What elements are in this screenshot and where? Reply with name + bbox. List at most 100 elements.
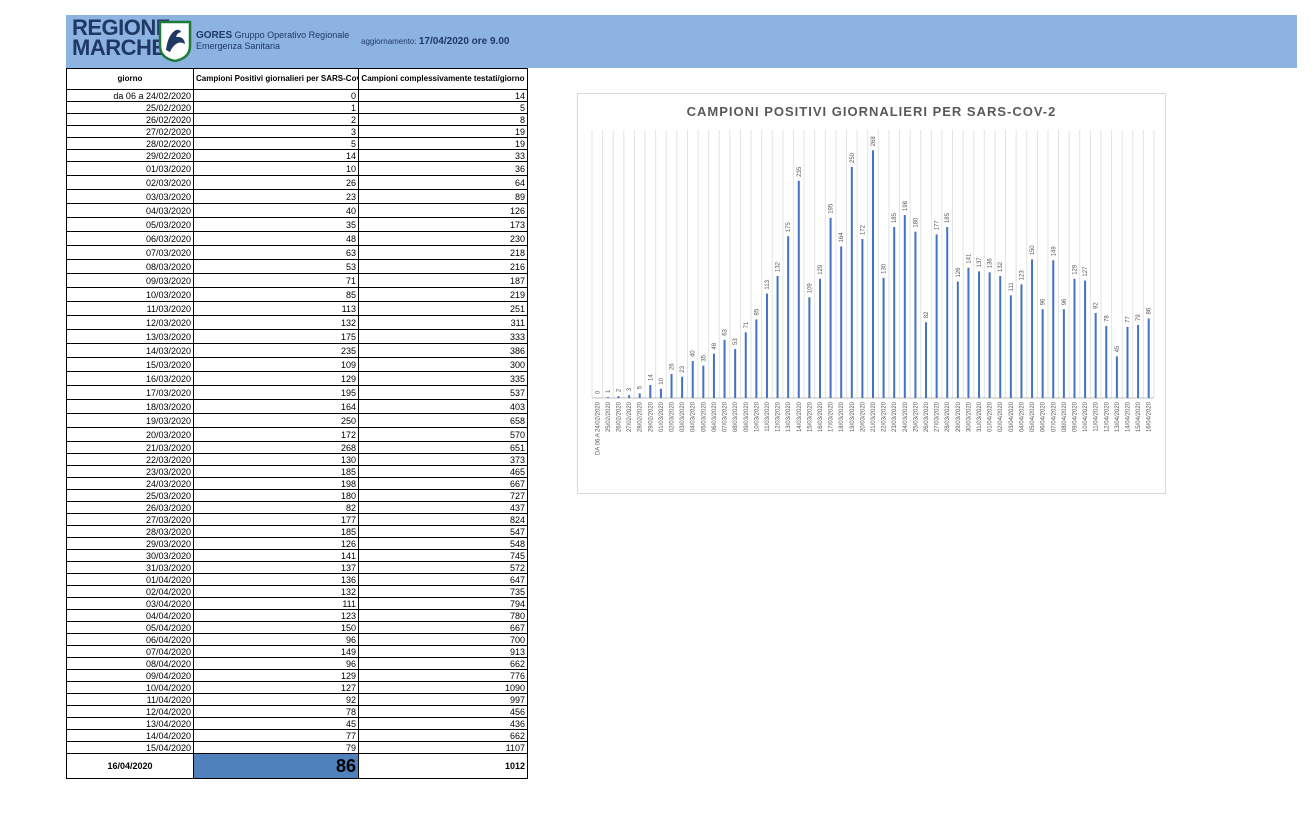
cell-day: 26/02/2020: [66, 113, 194, 126]
cell-tested: 570: [358, 427, 528, 442]
x-tick-label: 02/04/2020: [998, 401, 1004, 432]
data-label: 45: [1115, 345, 1121, 352]
data-label: 132: [998, 261, 1004, 272]
cell-day: 02/03/2020: [66, 175, 194, 190]
cell-tested: 403: [358, 399, 528, 414]
cell-day: 13/03/2020: [66, 329, 194, 344]
x-tick-label: 09/04/2020: [1072, 401, 1078, 432]
cell-positive: 175: [193, 329, 359, 344]
chart-bar: [861, 239, 864, 398]
cell-tested: 14: [358, 89, 528, 102]
cell-positive: 26: [193, 175, 359, 190]
data-label: 86: [1147, 307, 1153, 314]
bar-chart: 0 DA 06 A 24/02/2020 1 25/02/2020 2 26/02/202…: [591, 130, 1155, 455]
cell-day: 17/03/2020: [66, 385, 194, 400]
cell-tested: 780: [358, 609, 528, 622]
data-label: 79: [1136, 314, 1142, 321]
chart-bar: [946, 227, 949, 398]
cell-tested: 548: [358, 537, 528, 550]
cell-day: 12/03/2020: [66, 315, 194, 330]
header-positive: Campioni Positivi giornalieri per SARS-C…: [193, 68, 359, 90]
chart-bar: [1126, 326, 1129, 398]
cell-day: 27/02/2020: [66, 125, 194, 138]
data-label: 109: [807, 283, 813, 294]
x-tick-label: DA 06 A 24/02/2020: [595, 401, 601, 455]
table-row: da 06 a 24/02/2020 0 14: [66, 89, 528, 102]
chart-bar: [925, 322, 928, 398]
table-row: 14/04/2020 77 662: [66, 729, 528, 742]
cell-positive: 129: [193, 669, 359, 682]
cell-tested: 437: [358, 501, 528, 514]
x-tick-label: 25/03/2020: [913, 401, 919, 432]
cell-day: 01/03/2020: [66, 161, 194, 176]
chart-bar: [702, 365, 705, 398]
data-label: 77: [1125, 316, 1131, 323]
cell-positive: 150: [193, 621, 359, 634]
chart-bar: [776, 276, 779, 398]
table-row: 28/03/2020 185 547: [66, 525, 528, 538]
chart-bar: [681, 376, 684, 398]
chart-bar: [978, 271, 981, 398]
cell-tested: 997: [358, 693, 528, 706]
data-label: 195: [829, 203, 835, 214]
data-label: 111: [1009, 282, 1015, 292]
chart-bar: [649, 385, 652, 398]
data-label: 92: [1094, 302, 1100, 309]
cell-day: 29/02/2020: [66, 149, 194, 162]
cell-day: 12/04/2020: [66, 705, 194, 718]
cell-tested: 36: [358, 161, 528, 176]
x-tick-label: 10/03/2020: [754, 401, 760, 432]
chart-bar: [744, 332, 747, 398]
table-row: 12/03/2020 132 311: [66, 315, 528, 330]
chart-bar: [1062, 309, 1065, 398]
data-label: 132: [776, 261, 782, 272]
chart-bar: [787, 236, 790, 398]
cell-tested: 219: [358, 287, 528, 302]
data-label: 127: [1083, 266, 1089, 277]
chart-bar: [1094, 312, 1097, 398]
chart-bar: [840, 246, 843, 398]
cell-day: 14/03/2020: [66, 343, 194, 358]
chart-bar: [818, 278, 821, 398]
cell-day: 13/04/2020: [66, 717, 194, 730]
table-row: 30/03/2020 141 745: [66, 549, 528, 562]
chart-bar: [914, 231, 917, 398]
chart-bar: [1084, 280, 1087, 398]
cell-tested: 89: [358, 189, 528, 204]
x-tick-label: 24/03/2020: [903, 401, 909, 432]
table-row: 16/03/2020 129 335: [66, 371, 528, 386]
data-label: 185: [945, 212, 951, 223]
cell-tested: 456: [358, 705, 528, 718]
table-row: 06/04/2020 96 700: [66, 633, 528, 646]
cell-positive: 129: [193, 371, 359, 386]
table-row: 27/02/2020 3 19: [66, 125, 528, 138]
header-banner: REGIONE MARCHE GORES Gruppo Operativo Re…: [66, 15, 1297, 68]
cell-day: 14/04/2020: [66, 729, 194, 742]
cell-tested: 187: [358, 273, 528, 288]
data-label: 96: [1041, 298, 1047, 305]
data-label: 48: [712, 342, 718, 349]
data-label: 63: [723, 328, 729, 335]
chart-bar: [606, 397, 609, 398]
chart-bar: [638, 393, 641, 398]
cell-day: 05/04/2020: [66, 621, 194, 634]
x-tick-label: 29/03/2020: [956, 401, 962, 432]
chart-bar: [1020, 284, 1023, 398]
cell-day: 28/03/2020: [66, 525, 194, 538]
cell-tested: 33: [358, 149, 528, 162]
cell-tested: 667: [358, 477, 528, 490]
chart-panel: 0 DA 06 A 24/02/2020 1 25/02/2020 2 26/02/202…: [577, 93, 1166, 494]
table-row: 13/03/2020 175 333: [66, 329, 528, 344]
cell-day: 07/03/2020: [66, 245, 194, 260]
data-label: 82: [924, 311, 930, 318]
cell-positive: 141: [193, 549, 359, 562]
table-body: da 06 a 24/02/2020 0 14 25/02/2020 1 5 26/02/2…: [66, 89, 528, 779]
x-tick-label: 27/02/2020: [627, 401, 633, 432]
table-row: 14/03/2020 235 386: [66, 343, 528, 358]
x-tick-label: 21/03/2020: [871, 401, 877, 432]
x-tick-label: 05/03/2020: [701, 401, 707, 432]
chart-bar: [1009, 295, 1012, 398]
cell-tested: 745: [358, 549, 528, 562]
cell-day: 08/03/2020: [66, 259, 194, 274]
cell-positive: 113: [193, 301, 359, 316]
